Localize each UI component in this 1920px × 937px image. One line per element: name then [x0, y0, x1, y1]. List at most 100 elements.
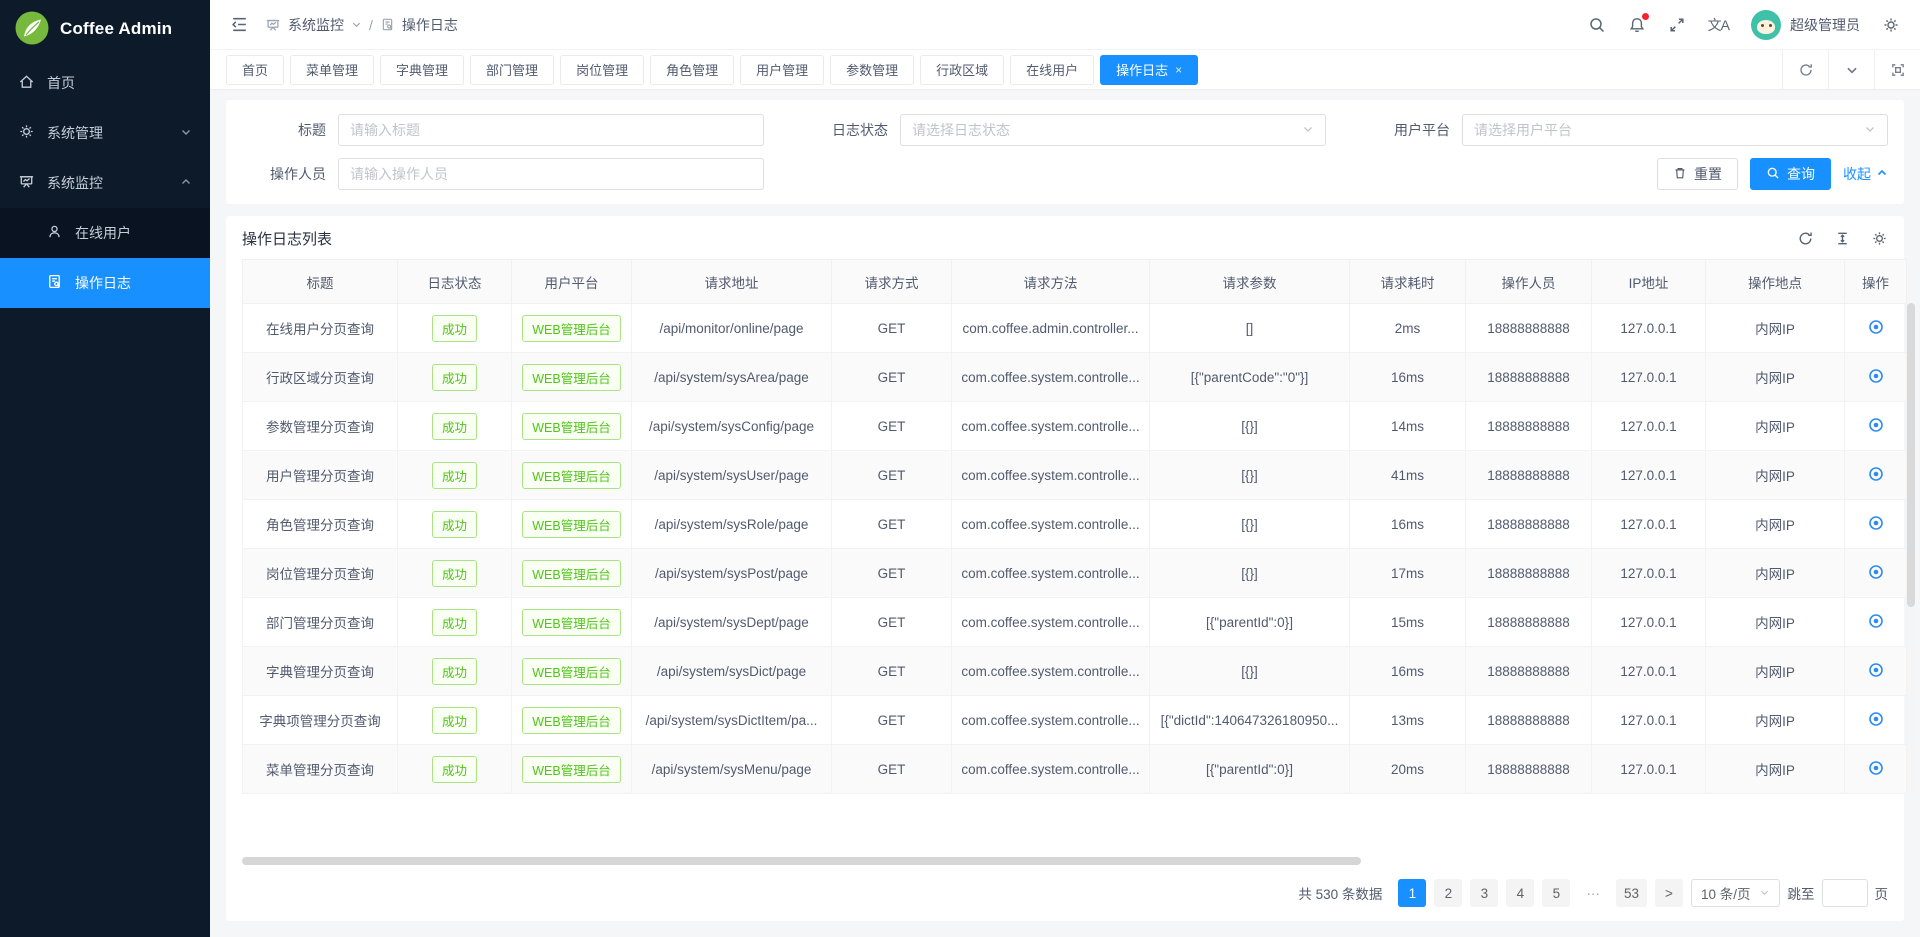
tab-item[interactable]: 字典管理	[380, 55, 464, 85]
cell-status: 成功	[398, 598, 512, 647]
cell-handler: com.coffee.system.controlle...	[952, 402, 1150, 451]
tab-item[interactable]: 操作日志×	[1100, 55, 1198, 85]
status-badge: 成功	[432, 462, 477, 489]
cell-ip: 127.0.0.1	[1592, 451, 1706, 500]
page-button[interactable]: 1	[1398, 879, 1426, 907]
page-button[interactable]: 4	[1506, 879, 1534, 907]
cell-url: /api/system/sysPost/page	[632, 549, 832, 598]
column-header: 请求方式	[832, 260, 952, 304]
tab-item[interactable]: 菜单管理	[290, 55, 374, 85]
app-logo[interactable]: Coffee Admin	[0, 0, 210, 58]
tab-item[interactable]: 用户管理	[740, 55, 824, 85]
maximize-icon[interactable]	[1874, 50, 1920, 89]
cell-ip: 127.0.0.1	[1592, 500, 1706, 549]
collapse-sidebar-icon[interactable]	[230, 15, 249, 34]
view-detail-icon[interactable]	[1868, 368, 1884, 384]
cell-title: 菜单管理分页查询	[243, 745, 398, 794]
status-badge: 成功	[432, 658, 477, 685]
search-actions: 重置 查询 收起	[1366, 158, 1888, 190]
column-header: 操作	[1845, 260, 1907, 304]
sidebar-item-label: 首页	[47, 73, 75, 93]
reset-button[interactable]: 重置	[1657, 158, 1738, 190]
query-button[interactable]: 查询	[1750, 158, 1831, 190]
tab-item[interactable]: 岗位管理	[560, 55, 644, 85]
cell-method: GET	[832, 451, 952, 500]
table-body: 在线用户分页查询成功WEB管理后台/api/monitor/online/pag…	[243, 304, 1907, 794]
caret-up-icon	[1876, 166, 1888, 182]
tab-item[interactable]: 首页	[226, 55, 284, 85]
cell-status: 成功	[398, 696, 512, 745]
next-page-button[interactable]: >	[1655, 879, 1683, 907]
sidebar-item-system-manage[interactable]: 系统管理	[0, 108, 210, 158]
column-header: 标题	[243, 260, 398, 304]
search-icon[interactable]	[1588, 16, 1606, 34]
tab-label: 行政区域	[936, 60, 988, 79]
view-detail-icon[interactable]	[1868, 319, 1884, 335]
view-detail-icon[interactable]	[1868, 564, 1884, 580]
sidebar-item-system-monitor[interactable]: 系统监控	[0, 158, 210, 208]
tab-item[interactable]: 在线用户	[1010, 55, 1094, 85]
cell-duration: 16ms	[1350, 500, 1466, 549]
log-list-panel: 操作日志列表 标题日志状态用户平台请求地址请求方式请	[226, 216, 1904, 921]
cell-platform: WEB管理后台	[512, 304, 632, 353]
chevron-down-icon[interactable]	[351, 17, 362, 33]
settings-gear-icon[interactable]	[1882, 16, 1900, 34]
tab-item[interactable]: 参数管理	[830, 55, 914, 85]
view-detail-icon[interactable]	[1868, 466, 1884, 482]
collapse-search-link[interactable]: 收起	[1843, 164, 1888, 184]
row-height-icon[interactable]	[1834, 230, 1851, 247]
vertical-scrollbar-thumb[interactable]	[1907, 303, 1915, 607]
cell-location: 内网IP	[1706, 696, 1845, 745]
sidebar-item-home[interactable]: 首页	[0, 58, 210, 108]
page-button[interactable]: 5	[1542, 879, 1570, 907]
view-detail-icon[interactable]	[1868, 613, 1884, 629]
cell-operator: 18888888888	[1466, 402, 1592, 451]
page-button[interactable]: 53	[1616, 879, 1647, 907]
log-status-select[interactable]: 请选择日志状态	[900, 114, 1326, 146]
breadcrumb-section[interactable]: 系统监控	[288, 15, 344, 35]
close-icon[interactable]: ×	[1175, 63, 1182, 77]
pagination: 共 530 条数据 12345···53 > 10 条/页 跳至 页	[226, 875, 1904, 921]
cell-duration: 13ms	[1350, 696, 1466, 745]
pagination-pages: 12345···53	[1398, 879, 1647, 907]
sidebar-item-online-users[interactable]: 在线用户	[0, 208, 210, 258]
tab-item[interactable]: 角色管理	[650, 55, 734, 85]
sidebar-item-label: 操作日志	[75, 273, 131, 293]
operator-input[interactable]	[338, 158, 764, 190]
notification-bell-icon[interactable]	[1628, 16, 1646, 34]
tab-label: 菜单管理	[306, 60, 358, 79]
view-detail-icon[interactable]	[1868, 515, 1884, 531]
platform-badge: WEB管理后台	[522, 511, 620, 538]
horizontal-scrollbar-thumb[interactable]	[242, 857, 1361, 865]
tab-item[interactable]: 行政区域	[920, 55, 1004, 85]
refresh-icon[interactable]	[1797, 230, 1814, 247]
cell-platform: WEB管理后台	[512, 696, 632, 745]
sidebar-item-operation-log[interactable]: 操作日志	[0, 258, 210, 308]
refresh-icon[interactable]	[1782, 50, 1828, 89]
page-size-select[interactable]: 10 条/页	[1691, 879, 1780, 907]
column-header: 请求地址	[632, 260, 832, 304]
cell-operator: 18888888888	[1466, 353, 1592, 402]
column-settings-gear-icon[interactable]	[1871, 230, 1888, 247]
view-detail-icon[interactable]	[1868, 711, 1884, 727]
tab-item[interactable]: 部门管理	[470, 55, 554, 85]
jump-page-input[interactable]	[1822, 879, 1868, 907]
view-detail-icon[interactable]	[1868, 417, 1884, 433]
fullscreen-icon[interactable]	[1668, 16, 1686, 34]
horizontal-scrollbar[interactable]	[242, 857, 1888, 865]
user-menu[interactable]: 超级管理员	[1751, 10, 1860, 40]
cell-ip: 127.0.0.1	[1592, 696, 1706, 745]
vertical-scrollbar[interactable]	[1907, 303, 1915, 793]
sidebar-item-label: 在线用户	[75, 223, 131, 243]
chevron-down-icon[interactable]	[1828, 50, 1874, 89]
user-platform-select[interactable]: 请选择用户平台	[1462, 114, 1888, 146]
translate-icon[interactable]: 文A	[1708, 15, 1729, 35]
cell-status: 成功	[398, 549, 512, 598]
platform-badge: WEB管理后台	[522, 560, 620, 587]
page-button[interactable]: 2	[1434, 879, 1462, 907]
page-button[interactable]: 3	[1470, 879, 1498, 907]
view-detail-icon[interactable]	[1868, 662, 1884, 678]
title-input[interactable]	[338, 114, 764, 146]
tabbar: 首页 菜单管理 字典管理部门管理岗位管理角色管理用户管理参数管理 行政区域 在线用户操作…	[210, 49, 1920, 90]
view-detail-icon[interactable]	[1868, 760, 1884, 776]
